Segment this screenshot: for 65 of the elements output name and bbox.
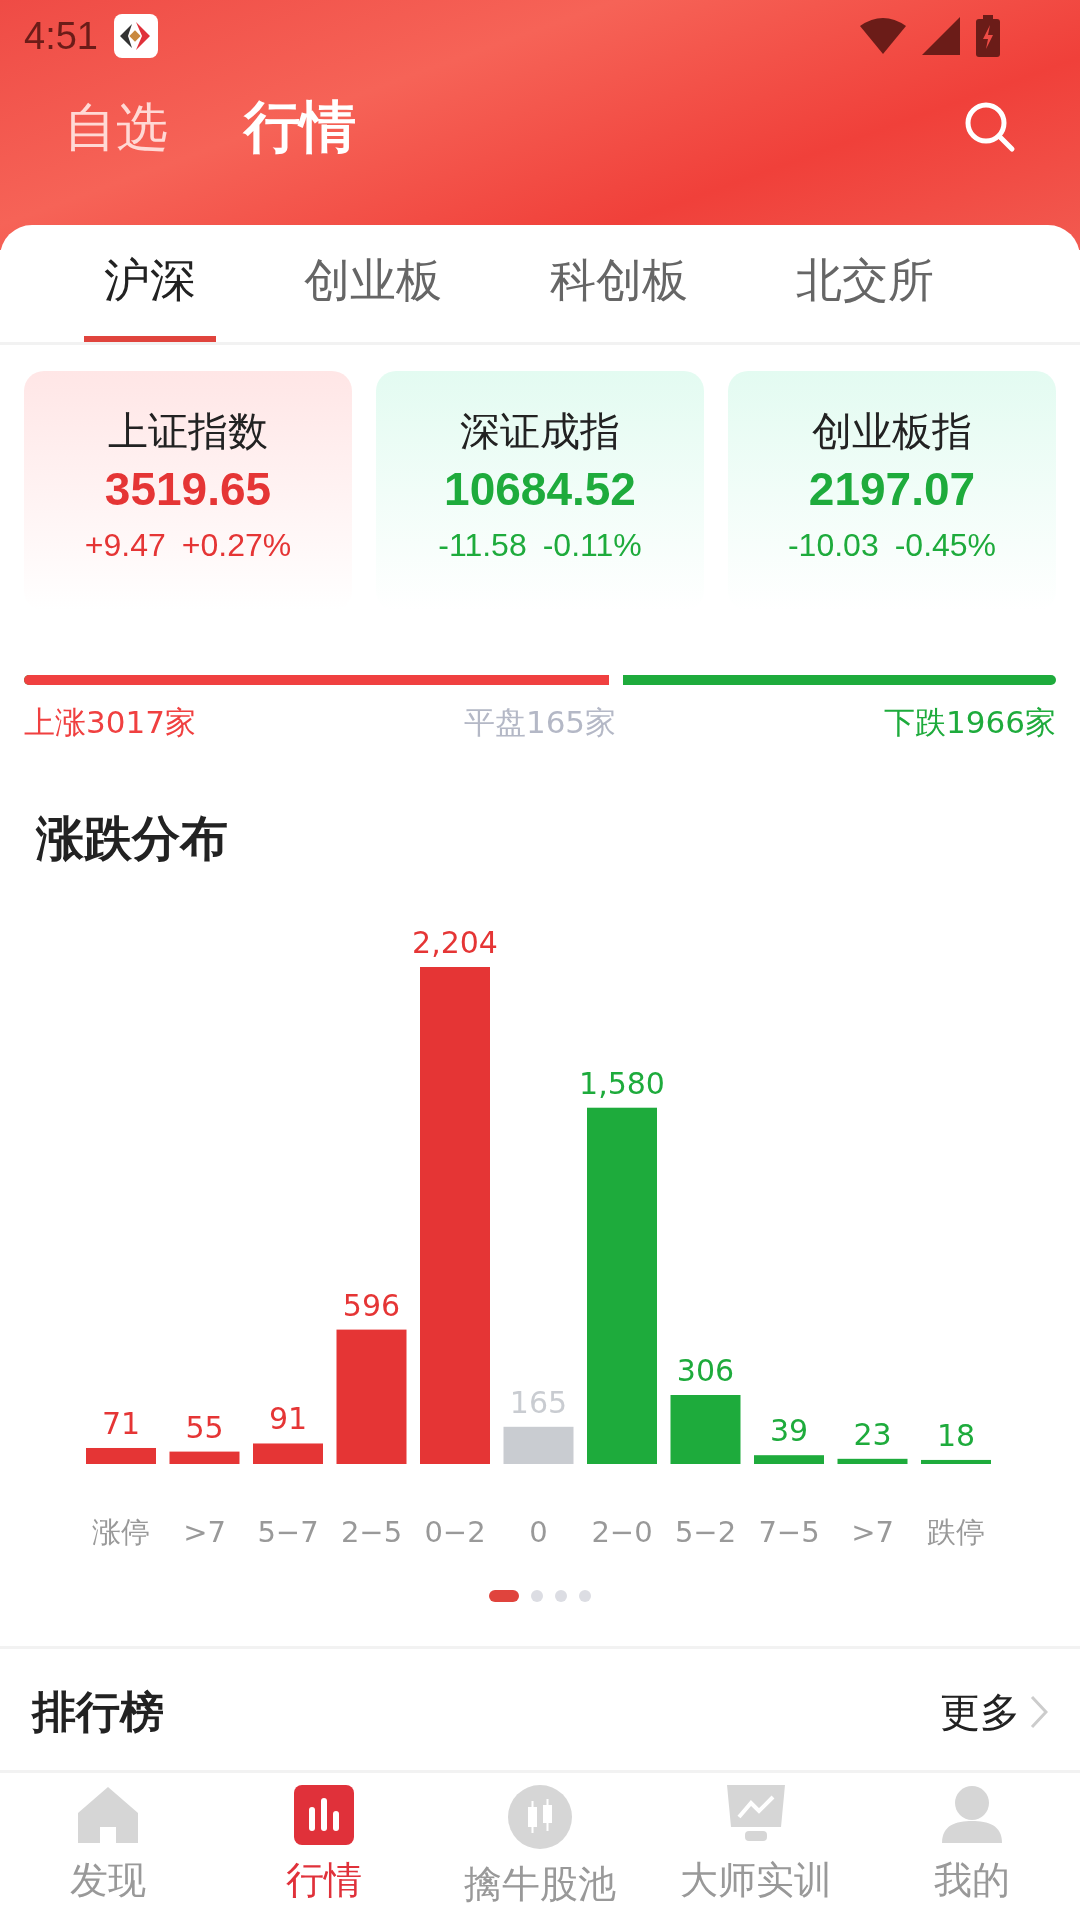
home-icon xyxy=(76,1785,140,1845)
search-icon[interactable] xyxy=(964,101,1016,153)
bar xyxy=(253,1443,323,1464)
category-label: 5−7 xyxy=(257,1514,319,1549)
signal-icon xyxy=(922,17,960,55)
rising-count: 上涨3017家 xyxy=(24,703,196,742)
index-percent: -0.45% xyxy=(894,526,997,565)
bar-value-label: 18 xyxy=(936,1417,976,1453)
market-tab[interactable]: 沪深 xyxy=(84,225,216,342)
bar-value-label: 71 xyxy=(101,1405,141,1441)
category-label: >7 xyxy=(183,1514,226,1549)
app-logo-icon xyxy=(113,14,158,58)
battery-icon xyxy=(976,15,1000,57)
wifi-icon xyxy=(860,18,906,54)
bar xyxy=(921,1459,991,1464)
status-time: 4:51 xyxy=(24,13,98,59)
category-label: 0−2 xyxy=(424,1514,486,1549)
bar-value-label: 55 xyxy=(185,1409,224,1445)
bar-value-label: 23 xyxy=(853,1416,892,1452)
category-label: 5−2 xyxy=(674,1514,737,1549)
more-link[interactable]: 更多 xyxy=(940,1681,1048,1742)
index-name: 上证指数 xyxy=(108,407,268,456)
person-icon xyxy=(940,1785,1004,1845)
header-tab[interactable]: 行情 xyxy=(244,85,356,169)
index-change: -11.58 xyxy=(438,526,527,565)
bar-value-label: 596 xyxy=(342,1287,401,1323)
index-change: -10.03 xyxy=(787,526,879,565)
bar xyxy=(503,1426,574,1464)
market-tab[interactable]: 创业板 xyxy=(284,225,462,342)
bar xyxy=(837,1458,908,1464)
bar-value-label: 39 xyxy=(769,1412,809,1448)
bar xyxy=(670,1394,741,1464)
category-label: 涨停 xyxy=(92,1514,150,1549)
category-label: 0 xyxy=(529,1514,548,1549)
index-name: 创业板指 xyxy=(812,407,972,456)
nav-item[interactable]: 行情 xyxy=(216,1773,432,1920)
bar-chart-icon xyxy=(294,1785,354,1845)
bar xyxy=(754,1454,824,1464)
bar-value-label: 91 xyxy=(268,1401,308,1436)
flat-count: 平盘165家 xyxy=(463,703,617,742)
page-indicator[interactable] xyxy=(489,1589,519,1602)
index-value: 3519.65 xyxy=(104,462,272,517)
category-label: 跌停 xyxy=(927,1514,985,1549)
chevron-right-icon xyxy=(1030,1694,1048,1729)
market-tab[interactable]: 北交所 xyxy=(776,225,954,342)
index-value: 2197.07 xyxy=(808,462,976,517)
index-change: +9.47 xyxy=(84,526,166,565)
bar xyxy=(169,1451,240,1464)
index-percent: +0.27% xyxy=(181,526,292,565)
section-title: 涨跌分布 xyxy=(34,808,229,868)
candlestick-icon xyxy=(508,1785,572,1849)
section-title: 排行榜 xyxy=(32,1684,164,1739)
category-label: 7−5 xyxy=(758,1514,820,1549)
category-label: 2−5 xyxy=(340,1514,403,1549)
category-label: >7 xyxy=(851,1514,894,1549)
falling-count: 下跌1966家 xyxy=(884,703,1056,742)
bar-value-label: 306 xyxy=(676,1352,735,1388)
market-tab[interactable]: 科创板 xyxy=(530,225,708,342)
index-percent: -0.11% xyxy=(542,526,642,565)
bar-value-label: 1,580 xyxy=(579,1065,665,1101)
index-value: 10684.52 xyxy=(444,462,636,517)
bar-value-label: 2,204 xyxy=(412,924,498,960)
bar xyxy=(86,1447,156,1464)
category-label: 2−0 xyxy=(591,1514,653,1549)
index-name: 深证成指 xyxy=(460,407,620,456)
